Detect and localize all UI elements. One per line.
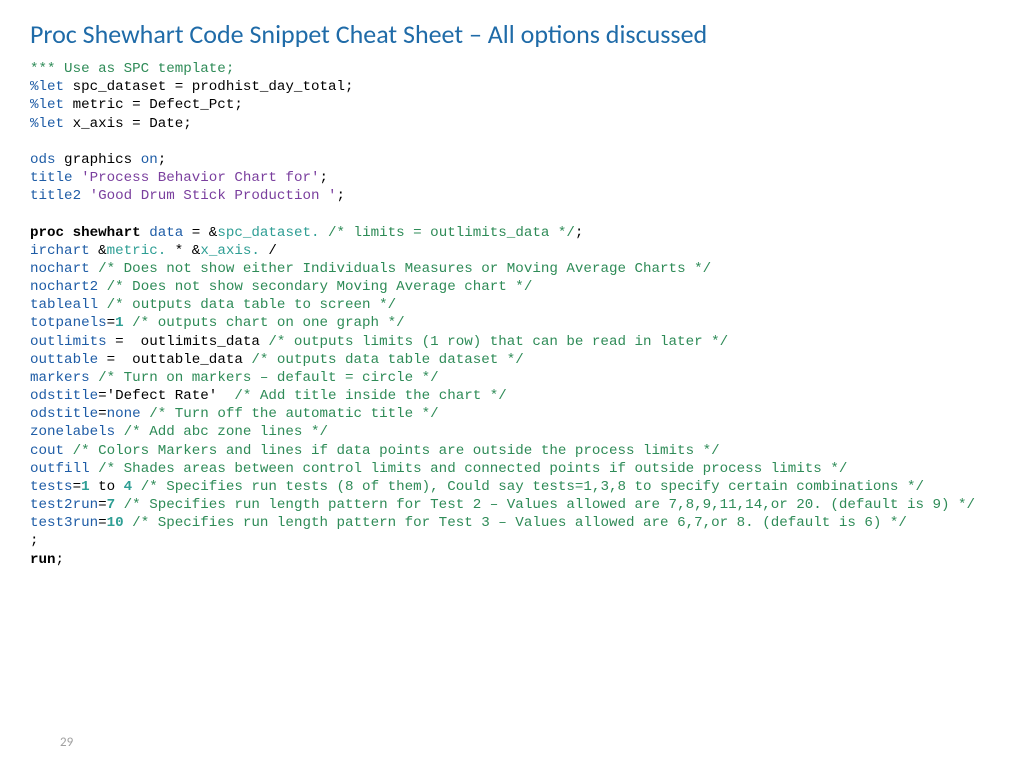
keyword: outfill xyxy=(30,461,90,477)
code-text: * & xyxy=(166,243,200,259)
comment: /* Add abc zone lines */ xyxy=(115,424,328,440)
keyword: nochart2 xyxy=(30,279,98,295)
keyword: tableall xyxy=(30,297,98,313)
keyword: totpanels xyxy=(30,315,107,331)
keyword: test2run xyxy=(30,497,98,513)
code-text: = xyxy=(98,497,107,513)
code-text: = xyxy=(98,515,107,531)
code-text: ='Defect Rate' xyxy=(98,388,226,404)
code-text: x_axis = Date; xyxy=(64,116,192,132)
code-text: = outlimits_data xyxy=(107,334,269,350)
keyword-run: run xyxy=(30,552,56,568)
macro-var: x_axis. xyxy=(200,243,260,259)
page-number: 29 xyxy=(60,735,73,750)
comment: /* outputs data table to screen */ xyxy=(98,297,396,313)
string: 'Process Behavior Chart for' xyxy=(73,170,320,186)
keyword: title2 xyxy=(30,188,81,204)
keyword: ods xyxy=(30,152,56,168)
keyword: odstitle xyxy=(30,388,98,404)
comment: /* Shades areas between control limits a… xyxy=(90,461,848,477)
keyword: irchart xyxy=(30,243,90,259)
code-text: ; xyxy=(56,552,65,568)
code-text: graphics xyxy=(56,152,141,168)
comment: /* Add title inside the chart */ xyxy=(226,388,507,404)
code-text: ; xyxy=(337,188,346,204)
code-text: = xyxy=(73,479,82,495)
keyword: nochart xyxy=(30,261,90,277)
comment: /* Specifies run length pattern for Test… xyxy=(115,497,975,513)
comment: /* Specifies run tests (8 of them), Coul… xyxy=(132,479,924,495)
keyword: outtable xyxy=(30,352,98,368)
keyword: outlimits xyxy=(30,334,107,350)
comment: /* outputs data table dataset */ xyxy=(251,352,523,368)
code-text: = xyxy=(98,406,107,422)
keyword: test3run xyxy=(30,515,98,531)
keyword: on xyxy=(141,152,158,168)
keyword: none xyxy=(107,406,141,422)
keyword: tests xyxy=(30,479,73,495)
code-text: ; xyxy=(158,152,167,168)
keyword: odstitle xyxy=(30,406,98,422)
number: 1 xyxy=(81,479,90,495)
code-text: ; xyxy=(30,533,39,549)
code-text: ; xyxy=(575,225,584,241)
code-text: = & xyxy=(183,225,217,241)
number: 10 xyxy=(107,515,124,531)
keyword: data xyxy=(141,225,184,241)
number: 1 xyxy=(115,315,124,331)
string: 'Good Drum Stick Production ' xyxy=(81,188,336,204)
code-text: to xyxy=(90,479,124,495)
macro-var: metric. xyxy=(107,243,167,259)
macro-var: spc_dataset. xyxy=(217,225,319,241)
comment: /* outputs chart on one graph */ xyxy=(124,315,405,331)
comment: /* Does not show either Individuals Meas… xyxy=(90,261,712,277)
keyword: markers xyxy=(30,370,90,386)
code-text: & xyxy=(90,243,107,259)
comment: /* Does not show secondary Moving Averag… xyxy=(98,279,532,295)
keyword-let: %let xyxy=(30,79,64,95)
comment: /* limits = outlimits_data */ xyxy=(320,225,575,241)
code-block: *** Use as SPC template; %let spc_datase… xyxy=(30,60,994,569)
code-text: = xyxy=(107,315,116,331)
number: 4 xyxy=(124,479,133,495)
keyword: title xyxy=(30,170,73,186)
code-text: ; xyxy=(319,170,328,186)
code-text: / xyxy=(260,243,277,259)
comment: /* Specifies run length pattern for Test… xyxy=(124,515,907,531)
page-title: Proc Shewhart Code Snippet Cheat Sheet –… xyxy=(30,18,994,50)
keyword-shewhart: shewhart xyxy=(64,225,141,241)
comment: /* Turn on markers – default = circle */ xyxy=(90,370,439,386)
keyword: zonelabels xyxy=(30,424,115,440)
keyword-let: %let xyxy=(30,116,64,132)
keyword: cout xyxy=(30,443,64,459)
comment: /* outputs limits (1 row) that can be re… xyxy=(268,334,728,350)
comment: /* Colors Markers and lines if data poin… xyxy=(64,443,720,459)
code-text: metric = Defect_Pct; xyxy=(64,97,243,113)
code-line: *** Use as SPC template; xyxy=(30,61,234,77)
keyword-let: %let xyxy=(30,97,64,113)
code-text: = outtable_data xyxy=(98,352,251,368)
number: 7 xyxy=(107,497,116,513)
comment: /* Turn off the automatic title */ xyxy=(141,406,439,422)
code-text: spc_dataset = prodhist_day_total; xyxy=(64,79,353,95)
keyword-proc: proc xyxy=(30,225,64,241)
